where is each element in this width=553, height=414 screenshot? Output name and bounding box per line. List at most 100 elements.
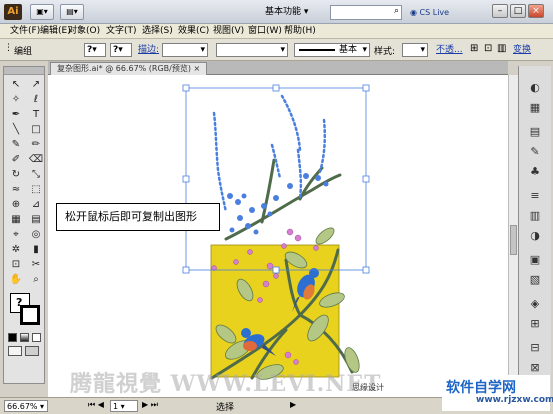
opacity-link[interactable]: 不透... xyxy=(436,44,463,56)
brush-definition-dropdown[interactable]: 基本 ▾ xyxy=(294,43,370,57)
maximize-button[interactable]: □ xyxy=(510,4,526,18)
menu-type[interactable]: 文字(T) xyxy=(104,25,139,38)
document-tab[interactable]: 复杂图形.ai* @ 66.67% (RGB/预览) × xyxy=(50,62,208,75)
arrange-documents-button[interactable]: ▤▾ xyxy=(60,4,84,20)
stroke-weight-field[interactable]: ▾ xyxy=(162,43,208,57)
site-badge-domain: www.rjzxw.com xyxy=(476,395,553,405)
slice-tool-icon[interactable]: ✂ xyxy=(28,258,44,272)
artboard-tool-icon[interactable]: ⊡ xyxy=(8,258,24,272)
stroke-color-dropdown[interactable]: ?▾ xyxy=(110,43,132,57)
workspace-switcher[interactable]: 基本功能 ▾ xyxy=(265,5,323,20)
menu-view[interactable]: 视图(V) xyxy=(211,25,246,38)
pencil-tool-icon[interactable]: ✏ xyxy=(28,138,44,152)
direct-selection-tool-icon[interactable]: ↗ xyxy=(28,78,44,92)
screen-mode-icon[interactable] xyxy=(25,346,39,356)
free-transform-tool-icon[interactable]: ⬚ xyxy=(28,183,44,197)
menu-help[interactable]: 帮助(H) xyxy=(282,25,318,38)
gradient-panel-icon[interactable]: ▥ xyxy=(526,208,544,224)
stroke-value: ? xyxy=(113,45,119,55)
rectangle-tool-icon[interactable]: □ xyxy=(28,123,44,137)
search-icon: ⌕ xyxy=(393,6,399,16)
stroke-swatch[interactable] xyxy=(20,305,40,325)
swatches-panel-icon[interactable]: ▤ xyxy=(526,124,544,140)
scale-tool-icon[interactable]: ⤡ xyxy=(28,168,44,182)
rotate-tool-icon[interactable]: ↻ xyxy=(8,168,24,182)
symbols-panel-icon[interactable]: ♣ xyxy=(526,164,544,180)
menu-effect[interactable]: 效果(C) xyxy=(176,25,211,38)
bridge-button[interactable]: ▣▾ xyxy=(30,4,54,20)
minimize-button[interactable]: – xyxy=(492,4,508,18)
chevron-down-icon: ▾ xyxy=(200,45,205,55)
cs-live-button[interactable]: ◉ CS Live xyxy=(410,5,470,20)
align-options-icon[interactable]: ▥ xyxy=(497,43,506,54)
chevron-down-icon: ▾ xyxy=(280,45,285,55)
workspace-label: 基本功能 xyxy=(265,7,302,17)
artwork xyxy=(182,84,370,380)
magic-wand-tool-icon[interactable]: ✧ xyxy=(8,93,24,107)
eyedropper-tool-icon[interactable]: ⌖ xyxy=(8,228,24,242)
close-button[interactable]: × xyxy=(528,4,544,18)
scroll-thumb[interactable] xyxy=(510,225,517,255)
width-tool-icon[interactable]: ≈ xyxy=(8,183,24,197)
status-tool-label: 选择 xyxy=(216,403,235,413)
copied-blossoms-group xyxy=(227,173,329,235)
next-page-icon[interactable]: ▶ ⏭ xyxy=(142,400,158,410)
line-tool-icon[interactable]: ╲ xyxy=(8,123,24,137)
hand-tool-icon[interactable]: ✋ xyxy=(8,273,24,287)
site-badge-name: 软件自学网 xyxy=(446,380,516,396)
vertical-scrollbar[interactable] xyxy=(508,75,518,397)
artboard-canvas[interactable] xyxy=(48,75,508,397)
isolate-icon[interactable]: ⊡ xyxy=(484,43,492,54)
lasso-tool-icon[interactable]: ℓ xyxy=(28,93,44,107)
transparency-panel-icon[interactable]: ◑ xyxy=(526,228,544,244)
app-logo: Ai xyxy=(4,4,22,20)
align-icon[interactable]: ⊞ xyxy=(470,43,478,54)
eraser-tool-icon[interactable]: ⌫ xyxy=(28,153,44,167)
menu-object[interactable]: 对象(O) xyxy=(66,25,102,38)
blob-brush-tool-icon[interactable]: ✐ xyxy=(8,153,24,167)
menu-select[interactable]: 选择(S) xyxy=(140,25,175,38)
none-mode-icon[interactable] xyxy=(32,333,41,342)
stroke-panel-icon[interactable]: ≡ xyxy=(526,188,544,204)
menu-window[interactable]: 窗口(W) xyxy=(246,25,284,38)
gradient-mode-icon[interactable] xyxy=(20,333,29,342)
zoom-field[interactable]: 66.67% ▾ xyxy=(4,400,48,412)
selection-tool-icon[interactable]: ↖ xyxy=(8,78,24,92)
blend-tool-icon[interactable]: ◎ xyxy=(28,228,44,242)
variable-width-profile[interactable]: ▾ xyxy=(216,43,288,57)
symbol-sprayer-tool-icon[interactable]: ✲ xyxy=(8,243,24,257)
gradient-tool-icon[interactable]: ▤ xyxy=(28,213,44,227)
first-page-icon[interactable]: ⏮ ◀ xyxy=(88,400,104,410)
align-panel-icon[interactable]: ⊟ xyxy=(526,340,544,356)
fill-color-dropdown[interactable]: ?▾ xyxy=(84,43,106,57)
color-mode-icon[interactable] xyxy=(8,333,17,342)
tools-panel-header xyxy=(4,67,44,75)
color-guide-icon[interactable]: ▦ xyxy=(526,100,544,116)
close-icon[interactable]: × xyxy=(194,64,201,73)
type-tool-icon[interactable]: T xyxy=(28,108,44,122)
draw-mode-icon[interactable] xyxy=(8,346,22,356)
perspective-grid-tool-icon[interactable]: ⊿ xyxy=(28,198,44,212)
paintbrush-tool-icon[interactable]: ✎ xyxy=(8,138,24,152)
layers-panel-icon[interactable]: ◈ xyxy=(526,296,544,312)
brushes-panel-icon[interactable]: ✎ xyxy=(526,144,544,160)
artboards-panel-icon[interactable]: ⊞ xyxy=(526,316,544,332)
status-arrow-icon[interactable]: ▶ xyxy=(290,400,296,409)
pen-tool-icon[interactable]: ✒ xyxy=(8,108,24,122)
stroke-panel-link[interactable]: 描边: xyxy=(138,44,159,56)
pathfinder-panel-icon[interactable]: ⊠ xyxy=(526,360,544,376)
column-graph-tool-icon[interactable]: ▮ xyxy=(28,243,44,257)
appearance-panel-icon[interactable]: ▣ xyxy=(526,252,544,268)
color-panel-icon[interactable]: ◐ xyxy=(526,80,544,96)
fill-stroke-swatches[interactable]: ? xyxy=(8,291,44,331)
graphic-styles-icon[interactable]: ▧ xyxy=(526,272,544,288)
search-input[interactable]: ⌕ xyxy=(330,5,402,20)
document-tab-bar: 复杂图形.ai* @ 66.67% (RGB/预览) × xyxy=(48,61,508,75)
graphic-style-dropdown[interactable]: ▾ xyxy=(402,43,428,57)
shape-builder-tool-icon[interactable]: ⊕ xyxy=(8,198,24,212)
page-field[interactable]: 1 ▾ xyxy=(110,400,138,412)
document-tab-label: 复杂图形.ai* @ 66.67% (RGB/预览) xyxy=(57,64,191,73)
mesh-tool-icon[interactable]: ▦ xyxy=(8,213,24,227)
zoom-tool-icon[interactable]: ⌕ xyxy=(28,273,44,287)
transform-link[interactable]: 变换 xyxy=(513,44,531,56)
